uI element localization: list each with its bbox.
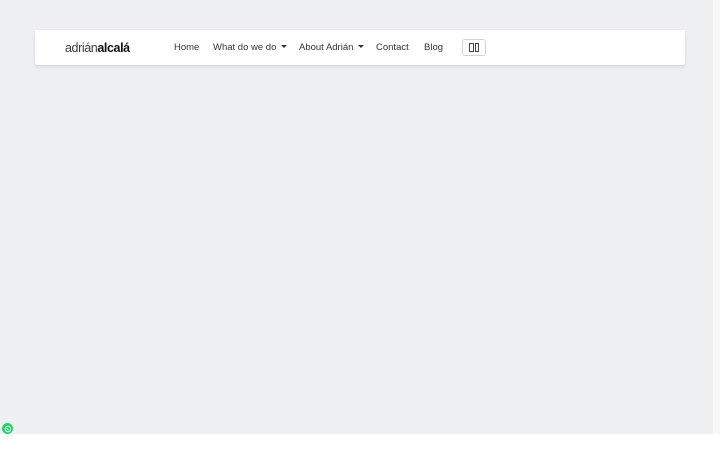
page-background: adriánalcalá Home What do we do About Ad… <box>0 0 713 434</box>
scrollbar-track[interactable] <box>713 0 720 434</box>
caret-down-icon <box>358 44 365 48</box>
nav-item-label: What do we do <box>213 42 277 53</box>
nav-item-blog[interactable]: Blog <box>424 42 443 54</box>
whatsapp-icon[interactable] <box>2 423 13 434</box>
nav-item-what-do-we-do[interactable]: What do we do <box>213 42 288 54</box>
site-logo[interactable]: adriánalcalá <box>65 40 130 56</box>
whatsapp-glyph-icon <box>4 425 11 432</box>
language-toggle-button[interactable] <box>462 39 486 56</box>
caret-down-icon <box>281 44 288 48</box>
nav-item-label: About Adrián <box>299 42 354 53</box>
nav-item-about-adrian[interactable]: About Adrián <box>299 42 365 54</box>
logo-first-name: adrián <box>65 41 98 55</box>
logo-last-name: alcalá <box>97 41 130 55</box>
split-panel-icon <box>469 43 474 52</box>
split-panel-icon <box>474 43 479 52</box>
top-navbar: adriánalcalá Home What do we do About Ad… <box>35 30 685 65</box>
bottom-strip <box>0 434 720 450</box>
nav-item-contact[interactable]: Contact <box>376 42 409 54</box>
nav-item-home[interactable]: Home <box>174 42 199 54</box>
